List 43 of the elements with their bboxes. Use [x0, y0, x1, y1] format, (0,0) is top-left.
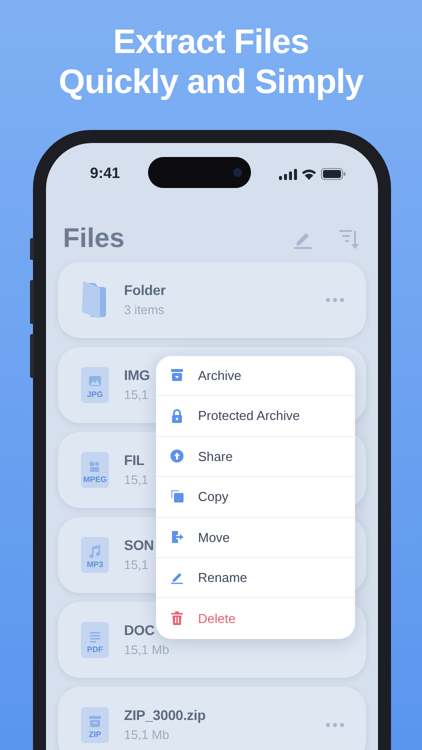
- wifi-icon: [301, 168, 317, 180]
- file-details: 15,1 Mb: [124, 642, 170, 660]
- menu-item[interactable]: Archive: [156, 356, 355, 396]
- menu-item[interactable]: Rename: [156, 558, 355, 598]
- screen-title: Files: [63, 222, 125, 256]
- file-card[interactable]: ZIP ZIP_3000.zip 15,1 Mb: [58, 687, 366, 750]
- move-icon: [170, 530, 184, 545]
- file-details: 3 items: [124, 302, 164, 320]
- headline: Quickly and Simply: [58, 62, 364, 102]
- file-details: 15,1 Mb: [124, 727, 170, 744]
- folder-icon: [81, 281, 109, 319]
- menu-item[interactable]: Protected Archive: [156, 396, 355, 437]
- menu-item[interactable]: Copy: [156, 477, 355, 518]
- trash-icon: [170, 611, 184, 626]
- headline: Extract Files: [112, 22, 310, 62]
- pencil-icon: [170, 570, 184, 586]
- sort-icon[interactable]: [338, 228, 360, 250]
- file-details: 15,1: [124, 472, 148, 490]
- file-name: ZIP_3000.zip: [124, 706, 206, 726]
- battery-icon: [321, 168, 346, 180]
- file-details: 15,1: [124, 557, 148, 574]
- status-time: 9:41: [90, 164, 120, 184]
- file-type-icon: MP3: [81, 537, 109, 573]
- lock-icon: [170, 408, 184, 424]
- signal-icon: [279, 168, 297, 180]
- file-name: FIL: [124, 451, 144, 470]
- file-name: Folder: [124, 281, 166, 300]
- more-icon[interactable]: [326, 298, 344, 302]
- upload-icon: [170, 448, 184, 464]
- file-type-icon: MPEG: [81, 452, 109, 488]
- file-type-icon: PDF: [81, 622, 109, 658]
- file-type-icon: JPG: [81, 367, 109, 403]
- file-name: SON: [124, 536, 154, 556]
- file-details: 15,1: [124, 387, 148, 404]
- menu-item[interactable]: Move: [156, 518, 355, 558]
- more-icon[interactable]: [326, 723, 344, 727]
- menu-item[interactable]: Share: [156, 436, 355, 478]
- file-card[interactable]: Folder 3 items: [58, 262, 366, 338]
- copy-icon: [170, 489, 184, 504]
- file-name: IMG: [124, 366, 150, 386]
- archive-box-icon: [170, 368, 184, 384]
- file-type-icon: ZIP: [81, 707, 109, 743]
- file-name: DOC: [124, 621, 155, 640]
